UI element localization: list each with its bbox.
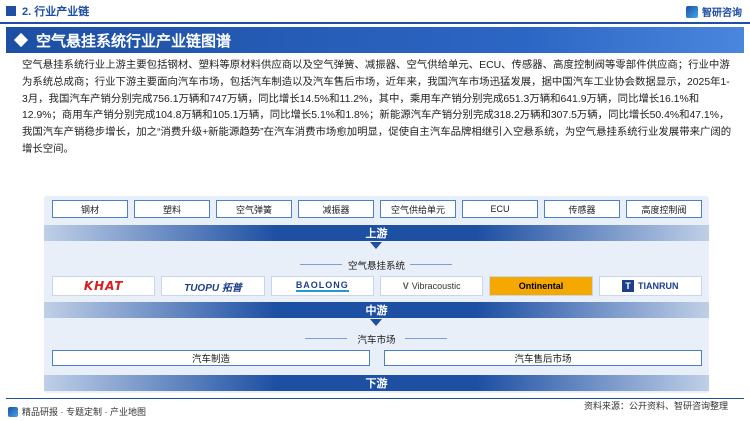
brand-name: TUOPU 拓普 — [184, 282, 242, 294]
downstream-band: 下游 — [44, 375, 709, 391]
page-title: 空气悬挂系统行业产业链图谱 — [36, 32, 232, 50]
diamond-icon — [13, 32, 29, 48]
footer-tagline-text: 精品研报 · 专题定制 · 产业地图 — [22, 407, 146, 417]
intro-paragraph: 空气悬挂系统行业上游主要包括钢材、塑料等原材料供应商以及空气弹簧、减振器、空气供… — [22, 60, 732, 155]
brand-name: KHAT — [83, 279, 124, 293]
upstream-item: 空气弹簧 — [216, 200, 292, 218]
midstream-brands: KHAT TUOPU 拓普 BAOLONG V Vibracoustic Onti… — [52, 276, 702, 296]
downstream-item: 汽车售后市场 — [384, 350, 702, 366]
arrow-down-icon — [370, 319, 382, 326]
arrow-down-icon — [370, 242, 382, 249]
top-header: 2. 行业产业链 智研咨询 — [0, 0, 750, 22]
brand-logo-continental: Ontinental — [489, 276, 593, 296]
brand-logo-vibracoustic: V Vibracoustic — [379, 276, 484, 296]
upstream-items: 钢材 塑料 空气弹簧 减振器 空气供给单元 ECU 传感器 高度控制阀 — [52, 200, 702, 218]
logo-icon — [686, 5, 698, 18]
upstream-item: 空气供给单元 — [380, 200, 456, 218]
divider-line — [405, 338, 447, 339]
tianrun-icon: T — [622, 280, 635, 292]
downstream-item: 汽车制造 — [52, 350, 370, 366]
footer: 精品研报 · 专题定制 · 产业地图 资料来源：公开资料、智研咨询整理 — [0, 398, 750, 421]
downstream-items: 汽车制造 汽车售后市场 — [52, 350, 702, 366]
brand-logo-tuopu: TUOPU 拓普 — [161, 276, 265, 296]
brand-logo-baolong: BAOLONG — [270, 276, 374, 296]
upstream-item: 传感器 — [544, 200, 620, 218]
brand-name: Vibracoustic — [411, 281, 461, 291]
upstream-item: 减振器 — [298, 200, 374, 218]
logo-icon — [8, 406, 18, 417]
brand-name: BAOLONG — [295, 280, 349, 292]
brand-logo-khat: KHAT — [52, 276, 156, 296]
upstream-item: 高度控制阀 — [626, 200, 702, 218]
upstream-item: 钢材 — [52, 200, 128, 218]
title-bar: 空气悬挂系统行业产业链图谱 — [6, 27, 744, 53]
brand-logo: 智研咨询 — [686, 4, 742, 19]
brand-logo-tianrun: T TIANRUN — [598, 276, 702, 296]
source-note: 资料来源：公开资料、智研咨询整理 — [583, 401, 728, 411]
vibracoustic-icon: V — [402, 281, 409, 291]
square-icon — [6, 6, 16, 16]
brand-name: TIANRUN — [638, 281, 679, 291]
upstream-item: ECU — [462, 200, 538, 218]
brand-name: Ontinental — [518, 281, 564, 291]
header-divider — [0, 22, 750, 24]
logo-name: 智研咨询 — [702, 8, 742, 19]
midstream-title: 空气悬挂系统 — [347, 261, 405, 272]
upstream-item: 塑料 — [134, 200, 210, 218]
downstream-title: 汽车市场 — [357, 335, 396, 346]
midstream-band: 中游 — [44, 302, 709, 318]
section-tag: 2. 行业产业链 — [6, 4, 89, 18]
footer-tagline: 精品研报 · 专题定制 · 产业地图 — [8, 405, 146, 418]
section-label: 2. 行业产业链 — [22, 6, 90, 18]
divider-line — [410, 264, 452, 265]
upstream-band: 上游 — [44, 225, 709, 241]
